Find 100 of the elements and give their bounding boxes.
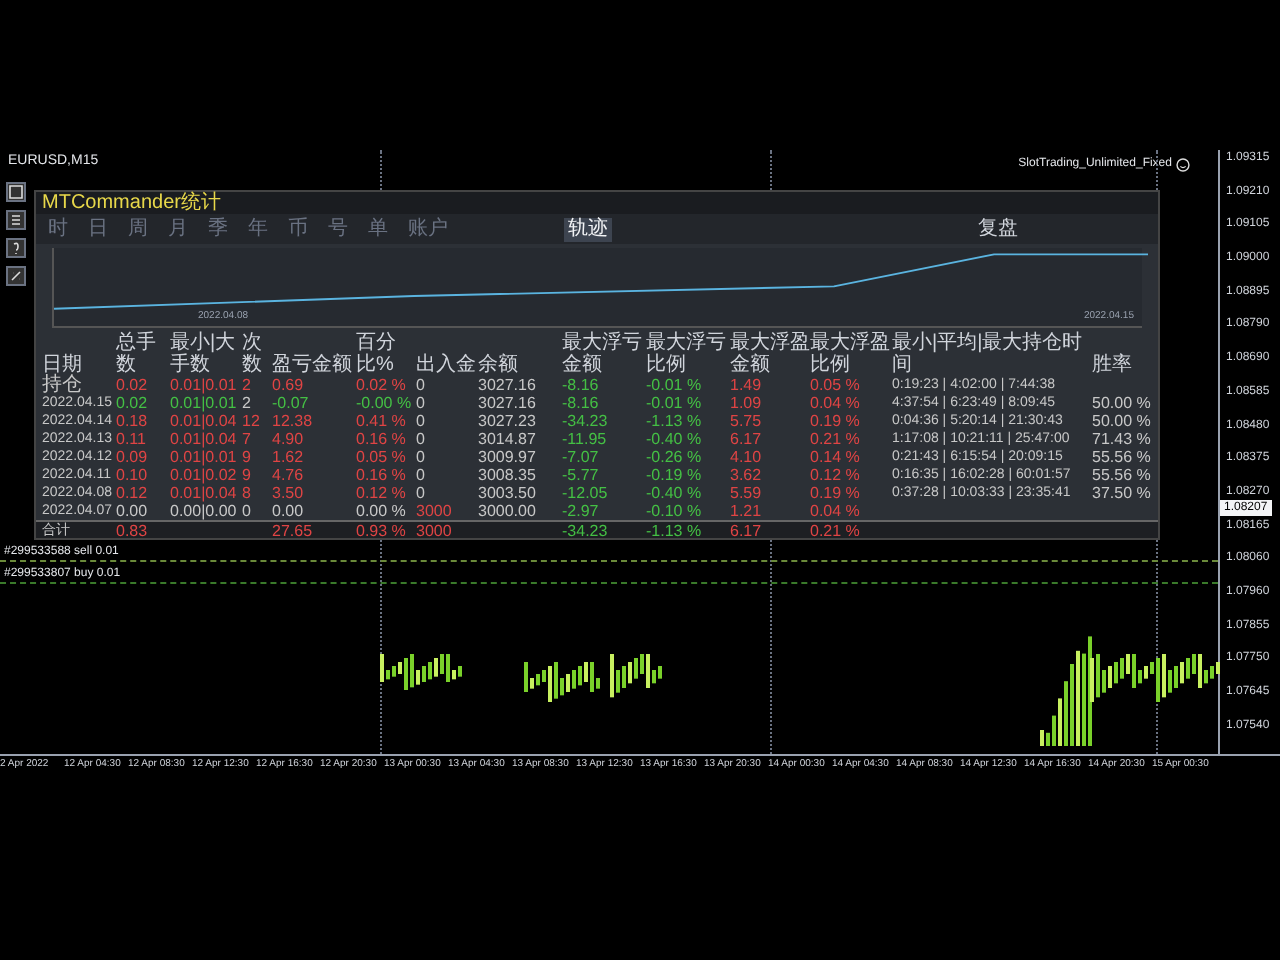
table-cell-text: 4.76 [272,466,306,484]
panel-tab[interactable]: 季 [204,217,232,241]
panel-tab[interactable]: 账户 [404,217,452,241]
table-cell-text: 3014.87 [478,430,538,448]
table-cell-text: 1.09 [730,394,764,412]
column-header: 余额 [478,354,520,376]
table-cell-text: 0.16 % [356,466,408,484]
table-cell-text: -0.01 % [646,376,704,394]
table-cell-text: -7.07 [562,448,601,466]
panel-tab[interactable]: 日 [84,217,112,241]
table-cell-text: 1.49 [730,376,764,394]
table-cell-text: 0.16 % [356,430,408,448]
table-cell-text: -1.13 % [646,412,704,430]
table-cell-text: 0.02 [116,376,150,394]
column-header: 最大浮亏比例 [646,332,728,376]
table-cell-text: 3.62 [730,466,764,484]
table-cell-text: 3003.50 [478,484,538,502]
table-cell-text: 3000 [416,502,454,520]
column-header: 百分比% [356,332,398,376]
table-cell-text: 0.83 [116,521,150,539]
table-cell-text: 5.59 [730,484,764,502]
table-cell-text: 3000 [416,521,454,539]
table-cell-text: 0.21 % [810,521,862,539]
tool-icon[interactable] [6,210,26,230]
table-cell-text: 2 [242,394,253,412]
table-cell-text: 6.17 [730,430,764,448]
panel-tab[interactable]: 年 [244,217,272,241]
table-cell-text: 0.12 [116,484,150,502]
panel-tab[interactable]: 轨迹 [564,217,612,241]
panel-tab[interactable]: 币 [284,217,312,241]
table-cell-text: 0.02 % [356,376,408,394]
replay-button[interactable]: 复盘 [978,219,1018,239]
table-cell-text: 27.65 [272,521,315,539]
panel-tab[interactable]: 周 [124,217,152,241]
table-cell-text: -0.40 % [646,484,704,502]
table-cell-text: 0.09 [116,448,150,466]
column-header: 最小|平均|最大持仓时间 [892,332,1085,376]
table-cell-text: 0.00 [272,502,306,520]
table-cell-text: 0.69 [272,376,306,394]
table-cell-text: 0 [416,394,427,412]
panel-tab[interactable]: 月 [164,217,192,241]
column-header: 日期 [42,354,84,376]
table-cell-text: 1.21 [730,502,764,520]
panel-tab[interactable]: 号 [324,217,352,241]
table-cell-text: 0.11 [116,430,148,448]
table-cell-text: 1.62 [272,448,306,466]
table-cell-text: 0 [416,376,427,394]
table-cell-text: 0.01|0.04 [170,430,239,448]
table-cell-text: 0.19 % [810,412,862,430]
table-cell-text: 0.00 % [356,502,408,520]
column-header: 盈亏金额 [272,354,354,376]
table-cell-text: -2.97 [562,502,601,520]
column-header: 最大浮亏金额 [562,332,644,376]
table-cell-text: 2 [242,376,253,394]
table-cell-text: 0 [416,412,427,430]
table-cell-text: 0.04 % [810,394,862,412]
column-header: 最大浮盈金额 [730,332,810,376]
table-cell-text: 3009.97 [478,448,538,466]
table-cell-text: -8.16 [562,394,601,412]
table-cell-text: 0.12 % [356,484,408,502]
table-cell-text: -34.23 [562,521,610,539]
table-cell-text: 0.04 % [810,502,862,520]
table-cell: 71.43 % [1092,430,1152,448]
table-cell-text: 3027.16 [478,376,538,394]
table-cell-text: -0.07 [272,394,311,412]
table-cell: 50.00 % [1092,412,1152,430]
table-cell-text: 0.93 % [356,521,408,539]
table-cell-text: 0.01|0.01 [170,394,239,412]
table-cell-text: 0.10 [116,466,150,484]
column-header: 最大浮盈比例 [810,332,892,376]
table-cell-text: 0 [416,430,427,448]
table-cell-text: -1.13 % [646,521,704,539]
table-cell-text: 0.21 % [810,430,862,448]
table-cell-text: 3.50 [272,484,306,502]
column-header: 最小|大手数 [170,332,238,376]
table-cell-text: 8 [242,484,253,502]
table-cell-text: 0 [242,502,253,520]
table-cell-text: 12 [242,412,262,430]
table-cell-text: 3000.00 [478,502,538,520]
table-cell-text: 0.41 % [356,412,408,430]
table-cell-text: 5.75 [730,412,764,430]
tool-icon[interactable] [6,182,26,202]
table-cell-text: 0.02 [116,394,150,412]
table-cell-text: -11.95 [562,430,609,448]
table-cell-text: 4.90 [272,430,306,448]
table-cell: 37.50 % [1092,484,1152,502]
table-cell-text: 持仓 [42,376,84,394]
table-cell-text: 0.14 % [810,448,862,466]
table-cell-text: -0.40 % [646,430,704,448]
table-cell-text: 0.01|0.01 [170,376,239,394]
panel-tab[interactable]: 单 [364,217,392,241]
table-cell-text: 0.18 [116,412,150,430]
table-cell-text: 0.05 % [810,376,862,394]
tool-icon[interactable] [6,238,26,258]
table-cell: 55.56 % [1092,448,1152,466]
table-cell-text: 0.00|0.00 [170,502,239,520]
smiley-icon [1176,158,1190,172]
table-cell-text: 4.10 [730,448,764,466]
panel-tab[interactable]: 时 [44,217,72,241]
tool-icon[interactable] [6,266,26,286]
